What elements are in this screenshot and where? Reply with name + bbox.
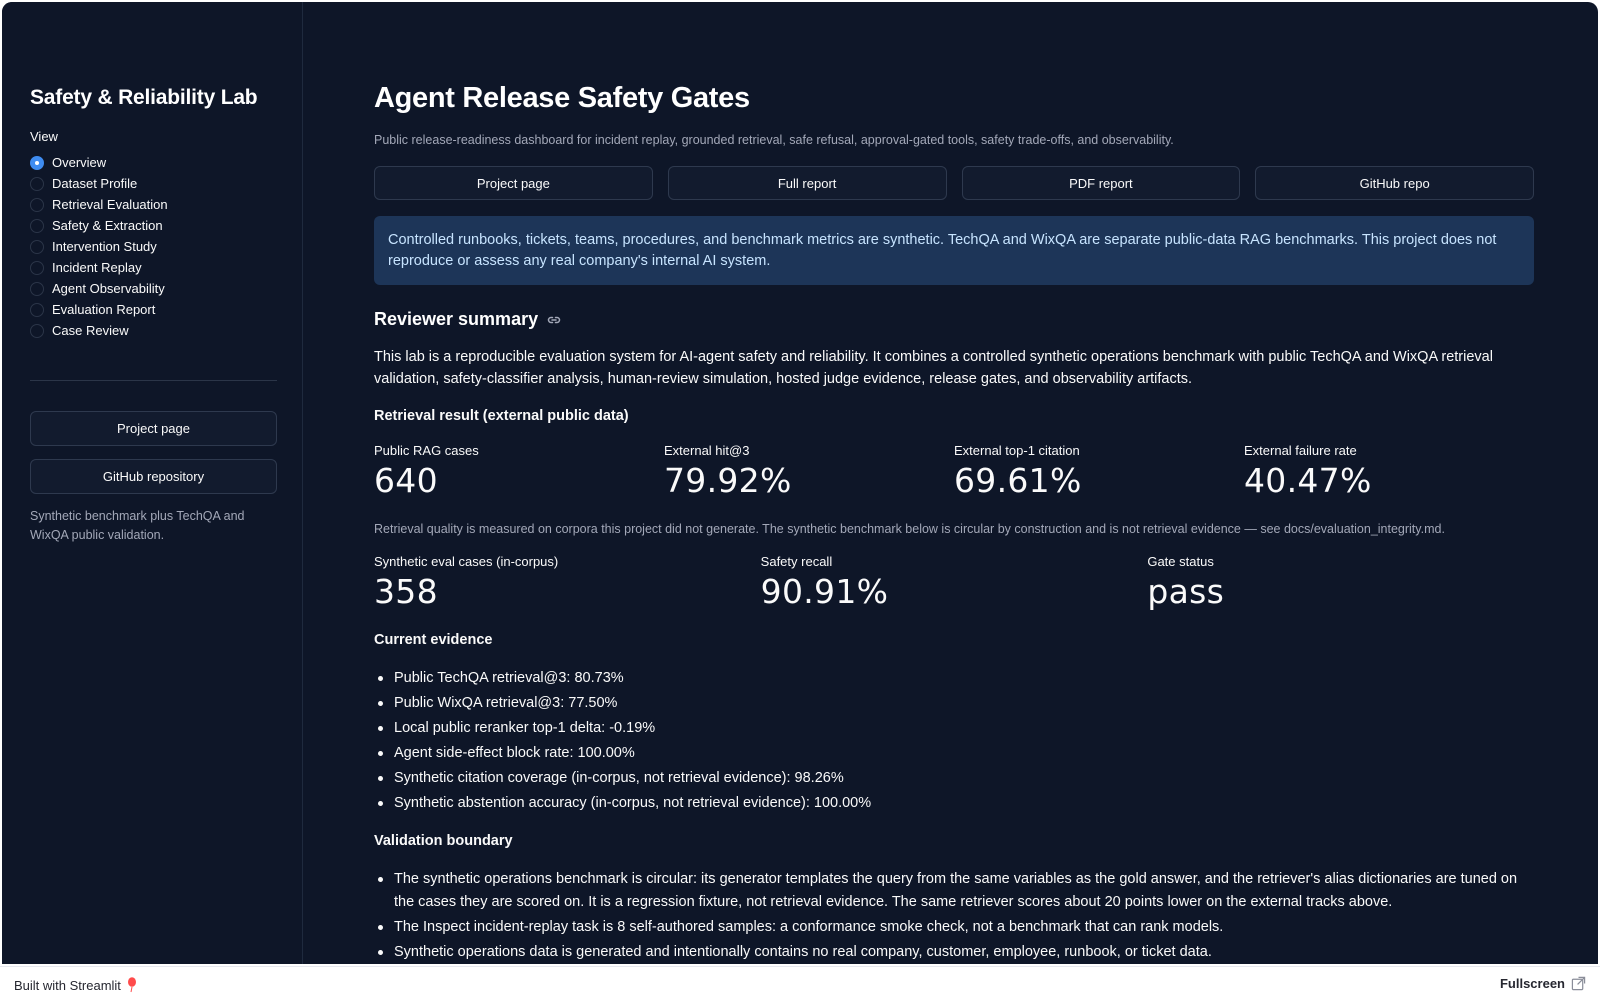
validation-boundary-heading: Validation boundary	[374, 833, 513, 849]
pdf-report-button[interactable]: PDF report	[961, 166, 1241, 200]
metric-label: External failure rate	[1244, 443, 1357, 458]
sidebar-divider	[30, 380, 277, 381]
link-button-row: Project page Full report PDF report GitH…	[374, 166, 1534, 200]
nav-label: Intervention Study	[52, 239, 157, 254]
metric-label: External hit@3	[664, 443, 750, 458]
metric-value: 90.91%	[760, 572, 889, 611]
list-item: Public WixQA retrieval@3: 77.50%	[374, 692, 1534, 715]
radio-icon	[30, 260, 44, 275]
metric-gate-status: Gate status pass	[1147, 554, 1534, 611]
radio-icon	[30, 302, 44, 317]
info-alert: Controlled runbooks, tickets, teams, pro…	[374, 216, 1534, 285]
built-with-streamlit-link[interactable]: Built with Streamlit	[14, 977, 137, 993]
external-metrics-row: Public RAG cases 640 External hit@3 79.9…	[374, 443, 1534, 500]
streamlit-footer: Built with Streamlit Fullscreen	[0, 966, 1600, 1000]
list-item: Synthetic citation coverage (in-corpus, …	[374, 767, 1534, 790]
view-radio-group: Overview Dataset Profile Retrieval Evalu…	[30, 152, 168, 341]
sidebar-note: Synthetic benchmark plus TechQA and WixQ…	[30, 509, 245, 542]
project-page-button[interactable]: Project page	[374, 166, 653, 200]
radio-icon	[30, 281, 44, 296]
sidebar-title: Safety & Reliability Lab	[30, 86, 258, 109]
boundary-list: The synthetic operations benchmark is ci…	[374, 868, 1534, 964]
sidebar: Safety & Reliability Lab View Overview D…	[2, 2, 303, 964]
built-with-label: Built with Streamlit	[14, 977, 121, 993]
metric-label: External top-1 citation	[954, 443, 1080, 458]
fullscreen-label: Fullscreen	[1499, 976, 1565, 991]
metric-label: Public RAG cases	[374, 443, 479, 458]
nav-radio-case-review[interactable]: Case Review	[30, 320, 168, 341]
external-link-icon	[1571, 976, 1586, 991]
metric-public-rag-cases: Public RAG cases 640	[374, 443, 664, 500]
metric-external-hit3: External hit@3 79.92%	[664, 443, 954, 500]
metric-label: Gate status	[1147, 554, 1214, 569]
nav-radio-agent-observability[interactable]: Agent Observability	[30, 278, 168, 299]
nav-label: Agent Observability	[52, 281, 165, 296]
page-subtitle: Public release-readiness dashboard for i…	[374, 133, 1174, 147]
github-repo-button[interactable]: GitHub repo	[1255, 166, 1534, 200]
nav-label: Overview	[52, 155, 107, 170]
reviewer-summary-text: This lab is a reproducible evaluation sy…	[374, 349, 1493, 387]
nav-radio-incident-replay[interactable]: Incident Replay	[30, 257, 168, 278]
nav-label: Evaluation Report	[52, 302, 156, 317]
list-item: Public TechQA retrieval@3: 80.73%	[374, 667, 1534, 690]
page-title: Agent Release Safety Gates	[374, 82, 750, 114]
nav-label: Case Review	[52, 323, 129, 338]
list-item: The Inspect incident-replay task is 8 se…	[374, 916, 1534, 939]
metric-value: 79.92%	[664, 461, 792, 500]
radio-icon	[30, 323, 44, 338]
metric-value: 358	[374, 572, 438, 611]
nav-radio-overview[interactable]: Overview	[30, 152, 168, 173]
current-evidence-heading: Current evidence	[374, 632, 493, 648]
metric-value: pass	[1147, 572, 1225, 611]
metric-value: 69.61%	[954, 461, 1082, 500]
retrieval-result-heading: Retrieval result (external public data)	[374, 408, 629, 424]
sidebar-github-button[interactable]: GitHub repository	[30, 459, 277, 494]
metric-safety-recall: Safety recall 90.91%	[761, 554, 1148, 611]
fullscreen-button[interactable]: Fullscreen	[1500, 976, 1586, 991]
list-item: Agent side-effect block rate: 100.00%	[374, 742, 1534, 765]
synthetic-metrics-row: Synthetic eval cases (in-corpus) 358 Saf…	[374, 554, 1534, 611]
full-report-button[interactable]: Full report	[667, 166, 947, 200]
radio-icon	[30, 239, 44, 254]
nav-radio-evaluation-report[interactable]: Evaluation Report	[30, 299, 168, 320]
list-item: Synthetic abstention accuracy (in-corpus…	[374, 792, 1534, 815]
reviewer-summary-heading: Reviewer summary	[374, 309, 562, 330]
radio-icon	[30, 197, 44, 212]
metric-label: Synthetic eval cases (in-corpus)	[374, 554, 559, 569]
nav-radio-safety-extraction[interactable]: Safety & Extraction	[30, 215, 168, 236]
metric-value: 40.47%	[1244, 461, 1372, 500]
list-item: Local public reranker top-1 delta: -0.19…	[374, 717, 1534, 740]
nav-label: Retrieval Evaluation	[52, 197, 168, 212]
view-label: View	[30, 129, 58, 144]
retrieval-caption: Retrieval quality is measured on corpora…	[374, 522, 1445, 536]
balloon-icon	[127, 977, 136, 993]
metric-label: Safety recall	[760, 554, 833, 569]
nav-radio-dataset-profile[interactable]: Dataset Profile	[30, 173, 168, 194]
nav-radio-retrieval-evaluation[interactable]: Retrieval Evaluation	[30, 194, 168, 215]
nav-radio-intervention-study[interactable]: Intervention Study	[30, 236, 168, 257]
list-item: The synthetic operations benchmark is ci…	[374, 868, 1534, 914]
metric-value: 640	[374, 461, 438, 500]
sidebar-project-page-button[interactable]: Project page	[30, 411, 277, 446]
radio-icon	[30, 218, 44, 233]
radio-selected-icon	[30, 155, 44, 170]
nav-label: Dataset Profile	[52, 176, 138, 191]
radio-icon	[30, 176, 44, 191]
link-icon[interactable]	[546, 312, 562, 328]
app-window: Safety & Reliability Lab View Overview D…	[2, 2, 1598, 964]
metric-external-top1-citation: External top-1 citation 69.61%	[954, 443, 1244, 500]
list-item: Synthetic operations data is generated a…	[374, 941, 1534, 964]
metric-synthetic-eval-cases: Synthetic eval cases (in-corpus) 358	[374, 554, 761, 611]
nav-label: Incident Replay	[52, 260, 142, 275]
metric-external-failure-rate: External failure rate 40.47%	[1244, 443, 1534, 500]
reviewer-summary-title: Reviewer summary	[374, 309, 539, 329]
nav-label: Safety & Extraction	[52, 218, 163, 233]
evidence-list: Public TechQA retrieval@3: 80.73% Public…	[374, 667, 1534, 817]
